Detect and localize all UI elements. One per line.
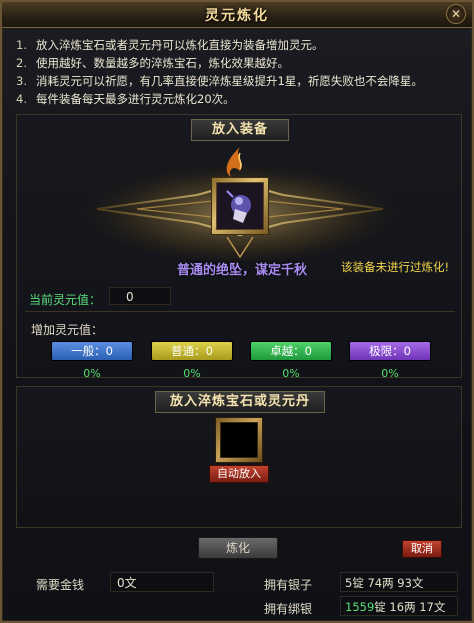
bound-silver-rest: 锭 16两 17文 [374, 600, 446, 614]
gem-section: 放入淬炼宝石或灵元丹 自动放入 [16, 386, 462, 528]
grade-extreme-percent: 0% [381, 367, 399, 380]
grade-extreme-button[interactable]: 极限：0 [349, 341, 431, 361]
refine-status-note: 该装备未进行过炼化! [341, 260, 450, 274]
rule-text: 消耗灵元可以祈愿，有几率直接使淬炼星级提升1星，祈愿失败也不会降星。 [36, 74, 423, 88]
rule-number: 4. [16, 92, 27, 106]
rule-item: 4. 每件装备每天最多进行灵元炼化20次。 [16, 90, 462, 108]
equip-section: 放入装备 普通的绝坠，谋定千秋 该装备未进行过炼化! 当前灵元值： 0 增加灵元… [16, 114, 462, 380]
rule-text: 使用越好、数量越多的淬炼宝石，炼化效果越好。 [36, 56, 289, 70]
rule-item: 2. 使用越好、数量越多的淬炼宝石，炼化效果越好。 [16, 54, 462, 72]
empty-slot [220, 422, 258, 458]
rules-list: 1. 放入淬炼宝石或者灵元丹可以炼化直接为装备增加灵元。 2. 使用越好、数量越… [16, 36, 462, 108]
close-icon[interactable]: ✕ [446, 4, 466, 24]
cost-value: 0文 [110, 572, 214, 592]
rule-item: 3. 消耗灵元可以祈愿，有几率直接使淬炼星级提升1星，祈愿失败也不会降星。 [16, 72, 462, 90]
grade-common-percent: 0% [183, 367, 201, 380]
window-title: 灵元炼化 [205, 8, 269, 24]
grade-excellent-button[interactable]: 卓越：0 [250, 341, 332, 361]
cost-label: 需要金钱 [36, 578, 85, 592]
grade-excellent-percent: 0% [282, 367, 300, 380]
refine-button[interactable]: 炼化 [198, 537, 278, 559]
silver-value: 5锭 74两 93文 [340, 572, 458, 592]
grade-normal-percent: 0% [83, 367, 101, 380]
gem-slot[interactable] [215, 417, 263, 463]
gem-section-header: 放入淬炼宝石或灵元丹 [155, 391, 325, 413]
cancel-button[interactable]: 取消 [402, 540, 442, 558]
rule-number: 1. [16, 38, 27, 52]
equip-slot[interactable] [211, 177, 269, 235]
equip-item-name: 普通的绝坠，谋定千秋 [176, 263, 307, 278]
bound-silver-ding: 1559 [345, 600, 375, 614]
auto-fill-button[interactable]: 自动放入 [209, 465, 269, 483]
silver-label: 拥有银子 [264, 578, 313, 592]
grade-common-button[interactable]: 普通：0 [151, 341, 233, 361]
section-divider [25, 311, 455, 312]
current-spirit-label: 当前灵元值： [29, 293, 102, 307]
rule-item: 1. 放入淬炼宝石或者灵元丹可以炼化直接为装备增加灵元。 [16, 36, 462, 54]
rule-text: 放入淬炼宝石或者灵元丹可以炼化直接为装备增加灵元。 [36, 38, 324, 52]
bound-silver-label: 拥有绑银 [264, 602, 313, 616]
bound-silver-value: 1559锭 16两 17文 [340, 596, 458, 616]
add-spirit-label: 增加灵元值： [31, 323, 104, 337]
jade-pendant-icon [216, 182, 264, 230]
rule-number: 3. [16, 74, 27, 88]
rule-number: 2. [16, 56, 27, 70]
grade-normal-button[interactable]: 一般：0 [51, 341, 133, 361]
title-bar[interactable]: 灵元炼化 ✕ [2, 2, 472, 28]
equip-section-header: 放入装备 [191, 119, 289, 141]
refine-window: 灵元炼化 ✕ 1. 放入淬炼宝石或者灵元丹可以炼化直接为装备增加灵元。 2. 使… [0, 0, 474, 623]
rule-text: 每件装备每天最多进行灵元炼化20次。 [36, 92, 235, 106]
current-spirit-value: 0 [109, 287, 171, 305]
